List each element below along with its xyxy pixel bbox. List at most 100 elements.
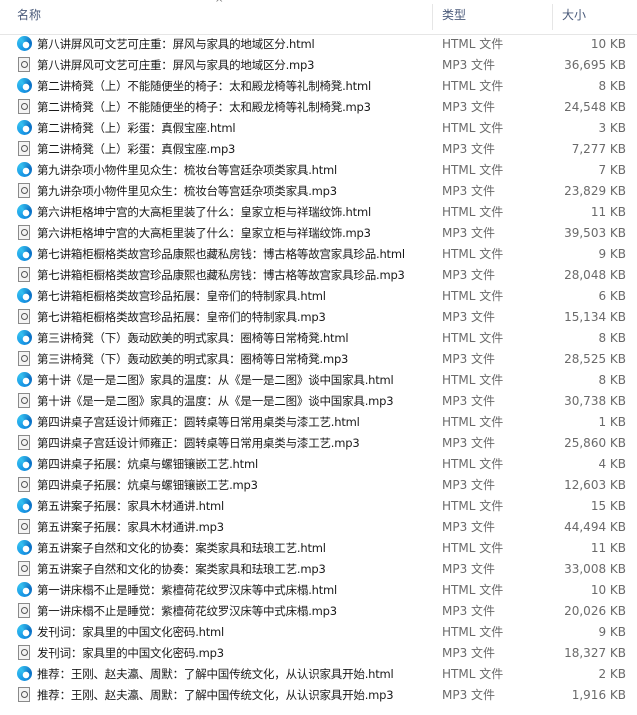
file-row[interactable]: 第五讲案子自然和文化的协奏：案类家具和珐琅工艺.mp3 MP3 文件 33,008 … [0,559,637,580]
mp3-file-icon [17,351,33,367]
file-row[interactable]: 第六讲柜格坤宁宫的大高柜里装了什么：皇家立柜与祥瑞纹饰.html HTML 文件 1… [0,202,637,223]
edge-html-icon [17,36,32,51]
file-name: 第一讲床榻不止是睡觉：紫檀荷花纹罗汉床等中式床榻.html [37,583,338,597]
file-size: 28,048 KB [564,268,626,282]
file-type: HTML 文件 [442,499,504,513]
file-row[interactable]: 第四讲桌子宫廷设计师雍正：圆转桌等日常用桌类与漆工艺.html HTML 文件 1 … [0,412,637,433]
file-name: 第二讲椅凳（上）彩蛋：真假宝座.mp3 [37,142,236,156]
edge-html-icon [17,288,33,304]
file-size: 8 KB [598,79,626,93]
file-name: 第九讲杂项小物件里见众生：梳妆台等宫廷杂项类家具.html [37,163,338,177]
file-size: 9 KB [598,247,626,261]
file-row[interactable]: 第十讲《是一是二图》家具的温度：从《是一是二图》谈中国家具.html HTML 文… [0,370,637,391]
file-size: 28,525 KB [564,352,626,366]
file-size: 4 KB [598,457,626,471]
edge-html-icon [17,582,32,597]
mp3-file-icon [17,183,33,199]
file-name: 第一讲床榻不止是睡觉：紫檀荷花纹罗汉床等中式床榻.mp3 [37,604,337,618]
file-type: HTML 文件 [442,415,504,429]
file-row[interactable]: 第二讲椅凳（上）不能随便坐的椅子：太和殿龙椅等礼制椅凳.html HTML 文件 8… [0,76,637,97]
file-row[interactable]: 发刊词：家具里的中国文化密码.mp3 MP3 文件 18,327 KB [0,643,637,664]
mp3-file-icon [17,393,33,409]
file-type: MP3 文件 [442,478,496,492]
file-type: HTML 文件 [442,289,504,303]
edge-html-icon [17,624,32,639]
edge-html-icon [17,204,32,219]
file-size: 10 KB [590,37,626,51]
file-size: 23,829 KB [564,184,626,198]
file-row[interactable]: 第五讲案子拓展：家具木材通讲.mp3 MP3 文件 44,494 KB [0,517,637,538]
file-row[interactable]: 第八讲屏风可文艺可庄重：屏风与家具的地域区分.mp3 MP3 文件 36,695 K… [0,55,637,76]
file-row[interactable]: 推荐：王刚、赵夫瀛、周默：了解中国传统文化，从认识家具开始.html HTML 文… [0,664,637,685]
mp3-file-icon [17,435,33,451]
file-row[interactable]: 第八讲屏风可文艺可庄重：屏风与家具的地域区分.html HTML 文件 10 KB [0,34,637,55]
file-row[interactable]: 第六讲柜格坤宁宫的大高柜里装了什么：皇家立柜与祥瑞纹饰.mp3 MP3 文件 39,… [0,223,637,244]
mp3-file-icon [17,99,33,115]
file-size: 20,026 KB [564,604,626,618]
edge-html-icon [17,540,32,555]
file-name: 第二讲椅凳（上）不能随便坐的椅子：太和殿龙椅等礼制椅凳.mp3 [37,100,371,114]
edge-html-icon [17,540,33,556]
column-divider[interactable] [552,4,553,30]
file-row[interactable]: 第三讲椅凳（下）轰动欧美的明式家具：圈椅等日常椅凳.html HTML 文件 8 K… [0,328,637,349]
file-row[interactable]: 发刊词：家具里的中国文化密码.html HTML 文件 9 KB [0,622,637,643]
file-type: MP3 文件 [442,352,496,366]
file-size: 7 KB [598,163,626,177]
file-size: 8 KB [598,373,626,387]
edge-html-icon [17,414,33,430]
file-name: 发刊词：家具里的中国文化密码.html [37,625,225,639]
file-type: MP3 文件 [442,268,496,282]
file-name: 推荐：王刚、赵夫瀛、周默：了解中国传统文化，从认识家具开始.html [37,667,394,681]
edge-html-icon [17,498,33,514]
file-row[interactable]: 第四讲桌子拓展：炕桌与螺钿镶嵌工艺.html HTML 文件 4 KB [0,454,637,475]
file-row[interactable]: 第三讲椅凳（下）轰动欧美的明式家具：圈椅等日常椅凳.mp3 MP3 文件 28,52… [0,349,637,370]
mp3-file-icon [18,519,30,534]
column-header-name[interactable]: 名称 [17,0,41,34]
file-row[interactable]: 第四讲桌子拓展：炕桌与螺钿镶嵌工艺.mp3 MP3 文件 12,603 KB [0,475,637,496]
file-type: MP3 文件 [442,394,496,408]
file-size: 1 KB [598,415,626,429]
edge-html-icon [17,204,33,220]
file-size: 11 KB [590,541,626,555]
mp3-file-icon [18,687,30,702]
file-row[interactable]: 第二讲椅凳（上）彩蛋：真假宝座.mp3 MP3 文件 7,277 KB [0,139,637,160]
mp3-file-icon [18,267,30,282]
mp3-file-icon [17,645,33,661]
file-name: 第八讲屏风可文艺可庄重：屏风与家具的地域区分.mp3 [37,58,315,72]
file-size: 6 KB [598,289,626,303]
column-header-size[interactable]: 大小 [562,0,586,34]
file-row[interactable]: 第四讲桌子宫廷设计师雍正：圆转桌等日常用桌类与漆工艺.mp3 MP3 文件 25,8… [0,433,637,454]
file-row[interactable]: 第二讲椅凳（上）彩蛋：真假宝座.html HTML 文件 3 KB [0,118,637,139]
file-size: 44,494 KB [564,520,626,534]
file-name: 第七讲箱柜橱格类故宫珍品拓展：皇帝们的特制家具.html [37,289,326,303]
file-row[interactable]: 第五讲案子自然和文化的协奏：案类家具和珐琅工艺.html HTML 文件 11 KB [0,538,637,559]
file-size: 36,695 KB [564,58,626,72]
file-row[interactable]: 第七讲箱柜橱格类故宫珍品拓展：皇帝们的特制家具.mp3 MP3 文件 15,134 … [0,307,637,328]
file-row[interactable]: 第七讲箱柜橱格类故宫珍品拓展：皇帝们的特制家具.html HTML 文件 6 KB [0,286,637,307]
file-size: 2 KB [598,667,626,681]
mp3-file-icon [17,225,33,241]
file-row[interactable]: 第二讲椅凳（上）不能随便坐的椅子：太和殿龙椅等礼制椅凳.mp3 MP3 文件 24,… [0,97,637,118]
file-row[interactable]: 第五讲案子拓展：家具木材通讲.html HTML 文件 15 KB [0,496,637,517]
file-type: MP3 文件 [442,142,496,156]
file-size: 18,327 KB [564,646,626,660]
file-row[interactable]: 第一讲床榻不止是睡觉：紫檀荷花纹罗汉床等中式床榻.html HTML 文件 10 K… [0,580,637,601]
column-header-type[interactable]: 类型 [442,0,466,34]
mp3-file-icon [18,477,30,492]
edge-html-icon [17,372,33,388]
file-type: MP3 文件 [442,58,496,72]
file-type: HTML 文件 [442,667,504,681]
edge-html-icon [17,330,33,346]
edge-html-icon [17,456,32,471]
edge-html-icon [17,162,33,178]
file-row[interactable]: 第七讲箱柜橱格类故宫珍品康熙也藏私房钱：博古格等故宫家具珍品.html HTML … [0,244,637,265]
file-row[interactable]: 第十讲《是一是二图》家具的温度：从《是一是二图》谈中国家具.mp3 MP3 文件 3… [0,391,637,412]
edge-html-icon [17,666,33,682]
file-row[interactable]: 第一讲床榻不止是睡觉：紫檀荷花纹罗汉床等中式床榻.mp3 MP3 文件 20,026… [0,601,637,622]
file-row[interactable]: 推荐：王刚、赵夫瀛、周默：了解中国传统文化，从认识家具开始.mp3 MP3 文件 1… [0,685,637,706]
file-name: 第七讲箱柜橱格类故宫珍品康熙也藏私房钱：博古格等故宫家具珍品.html [37,247,405,261]
file-row[interactable]: 第七讲箱柜橱格类故宫珍品康熙也藏私房钱：博古格等故宫家具珍品.mp3 MP3 文件… [0,265,637,286]
column-divider[interactable] [432,4,433,30]
file-row[interactable]: 第九讲杂项小物件里见众生：梳妆台等宫廷杂项类家具.html HTML 文件 7 KB [0,160,637,181]
file-row[interactable]: 第九讲杂项小物件里见众生：梳妆台等宫廷杂项类家具.mp3 MP3 文件 23,829… [0,181,637,202]
